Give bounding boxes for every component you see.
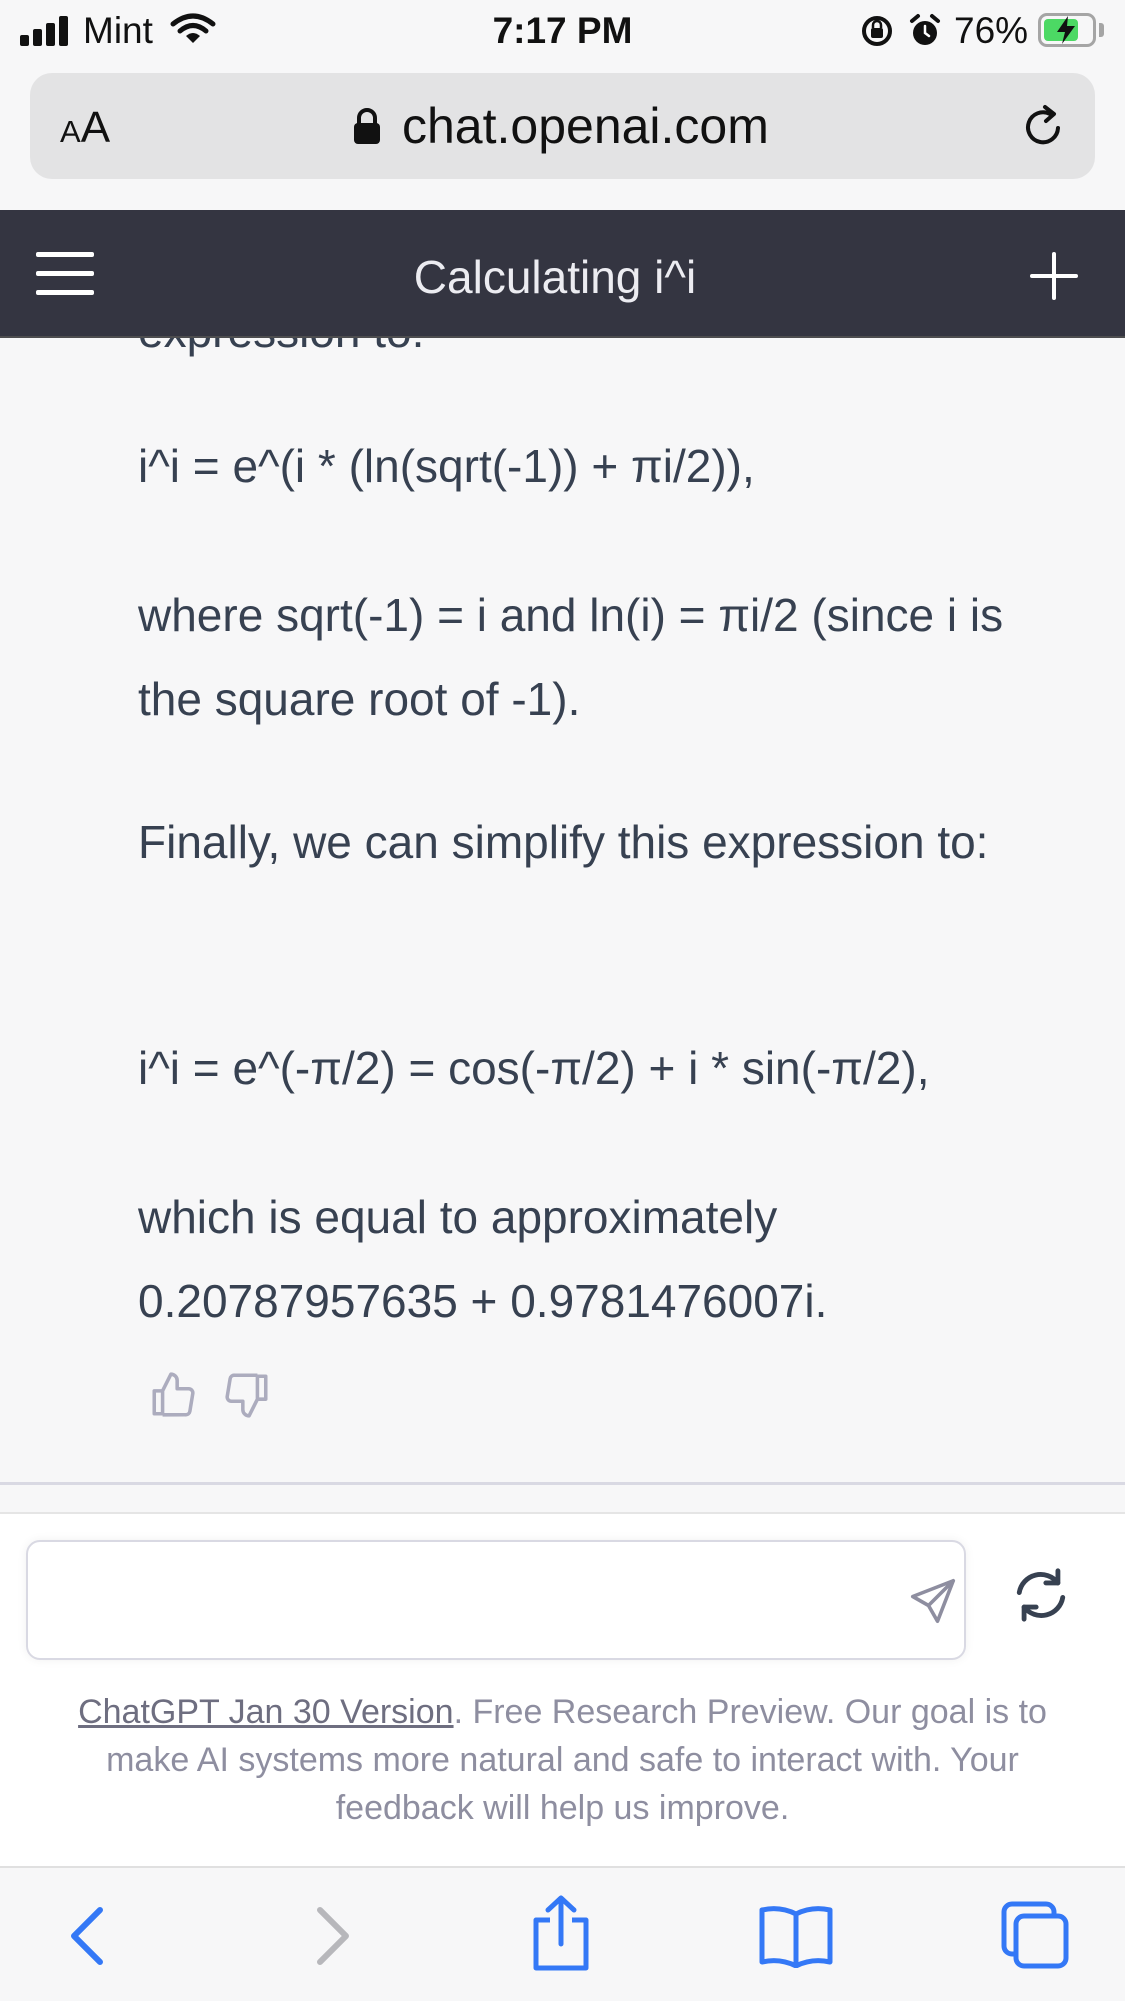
reload-icon[interactable] (1020, 103, 1068, 151)
message-paragraph: which is equal to approximately 0.207879… (138, 1191, 828, 1327)
message-paragraph: where sqrt(-1) = i and ln(i) = πi/2 (sin… (138, 589, 1004, 725)
url-text[interactable]: chat.openai.com (402, 97, 769, 155)
battery-cap (1099, 23, 1104, 37)
assistant-message: expression to: i^i = e^(i * (ln(sqrt(-1)… (0, 338, 1125, 1478)
tabs-icon[interactable] (1000, 1900, 1070, 1970)
thumbs-down-icon[interactable] (222, 1370, 272, 1420)
send-icon[interactable] (906, 1574, 960, 1628)
message-composer[interactable] (26, 1540, 966, 1660)
message-paragraph: Finally, we can simplify this expression… (138, 816, 989, 868)
battery-charging-icon (1038, 13, 1096, 47)
message-paragraph: i^i = e^(-π/2) = cos(-π/2) + i * sin(-π/… (138, 1042, 930, 1094)
message-input[interactable] (52, 1572, 876, 1630)
composer-area: ChatGPT Jan 30 Version. Free Research Pr… (0, 1514, 1125, 1866)
message-paragraph: i^i = e^(i * (ln(sqrt(-1)) + πi/2)), (138, 440, 755, 492)
regenerate-icon[interactable] (1012, 1566, 1070, 1624)
message-cut-off-line: expression to: (138, 338, 424, 358)
text-size-button[interactable]: AA (60, 103, 110, 153)
conversation-title: Calculating i^i (413, 251, 697, 303)
text-size-small-a: A (60, 114, 81, 149)
orientation-lock-icon (862, 16, 892, 46)
text-size-large-a: A (80, 103, 111, 152)
battery-percent: 76% (954, 10, 1029, 51)
browser-toolbar (0, 1866, 1125, 2001)
message-divider (0, 1482, 1125, 1485)
forward-icon[interactable] (306, 1904, 356, 1968)
version-link[interactable]: ChatGPT Jan 30 Version (78, 1693, 453, 1731)
lock-icon (354, 108, 380, 144)
footer-note: ChatGPT Jan 30 Version. Free Research Pr… (40, 1688, 1085, 1832)
bookmarks-icon[interactable] (758, 1904, 834, 1968)
alarm-icon (910, 14, 940, 45)
back-icon[interactable] (64, 1904, 114, 1968)
share-icon[interactable] (528, 1894, 594, 1972)
address-bar[interactable]: AA chat.openai.com (30, 73, 1095, 179)
charging-bolt-icon (1057, 16, 1075, 44)
chat-header: Calculating i^i (0, 210, 1125, 338)
status-bar: Mint 7:17 PM 76% (0, 0, 1125, 62)
thumbs-up-icon[interactable] (148, 1370, 198, 1420)
new-chat-plus-icon[interactable] (1030, 252, 1078, 300)
